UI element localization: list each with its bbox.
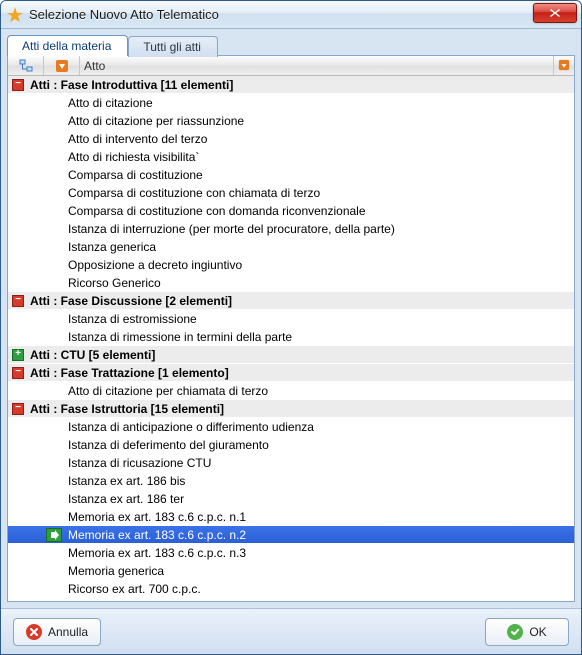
grid-header: Atto [8, 56, 574, 76]
item-label: Ricorso ex art. 700 c.p.c. [68, 582, 574, 596]
list-item[interactable]: Ricorso Generico [8, 274, 574, 292]
list-item[interactable]: Atto di citazione per chiamata di terzo [8, 382, 574, 400]
item-label: Istanza ex art. 186 ter [68, 492, 574, 506]
list-item[interactable]: Memoria ex art. 183 c.6 c.p.c. n.3 [8, 544, 574, 562]
titlebar: Selezione Nuovo Atto Telematico [1, 1, 581, 29]
list-item[interactable]: Comparsa di costituzione con chiamata di… [8, 184, 574, 202]
list-item[interactable]: Atto di richiesta visibilita` [8, 148, 574, 166]
ok-label: OK [529, 625, 546, 639]
list-item[interactable]: Istanza ex art. 186 ter [8, 490, 574, 508]
list-item[interactable]: Ricorso ex art. 700 c.p.c. [8, 580, 574, 598]
list-item[interactable]: Istanza di estromissione [8, 310, 574, 328]
group-title: Atti : Fase Trattazione [1 elemento] [30, 366, 229, 380]
grid-header-col1[interactable] [8, 56, 44, 75]
item-label: Memoria ex art. 183 c.6 c.p.c. n.1 [68, 510, 574, 524]
grid-header-menu[interactable] [554, 56, 574, 75]
ok-button[interactable]: OK [485, 618, 569, 646]
down-icon [55, 59, 69, 73]
group-title: Atti : Fase Istruttoria [15 elementi] [30, 402, 224, 416]
group-row[interactable]: −Atti : Fase Discussione [2 elementi] [8, 292, 574, 310]
app-icon [7, 7, 23, 23]
collapse-icon[interactable]: − [12, 403, 24, 415]
grid-header-label: Atto [84, 59, 105, 73]
list-item[interactable]: Istanza di interruzione (per morte del p… [8, 220, 574, 238]
group-title: Atti : CTU [5 elementi] [30, 348, 155, 362]
window-title: Selezione Nuovo Atto Telematico [29, 7, 219, 22]
grid-frame: Atto −Atti : Fase Introduttiva [11 eleme… [7, 55, 575, 602]
list-item[interactable]: Memoria ex art. 183 c.6 c.p.c. n.1 [8, 508, 574, 526]
item-label: Istanza di rimessione in termini della p… [68, 330, 574, 344]
item-label: Istanza di ricusazione CTU [68, 456, 574, 470]
arrow-right-icon [46, 528, 62, 542]
grid-header-atto[interactable]: Atto [80, 56, 554, 75]
collapse-icon[interactable]: − [12, 367, 24, 379]
item-label: Atto di citazione per riassunzione [68, 114, 574, 128]
group-title: Atti : Fase Discussione [2 elementi] [30, 294, 232, 308]
list-item[interactable]: Comparsa di costituzione con domanda ric… [8, 202, 574, 220]
item-label: Istanza ex art. 186 bis [68, 474, 574, 488]
list-item[interactable]: Atto di intervento del terzo [8, 130, 574, 148]
footer: Annulla OK [1, 608, 581, 654]
list-item[interactable]: Istanza di deferimento del giuramento [8, 436, 574, 454]
list-item[interactable]: Memoria ex art. 183 c.6 c.p.c. n.2 [8, 526, 574, 544]
list-item[interactable]: Istanza ex art. 186 bis [8, 472, 574, 490]
row-indicator [12, 528, 68, 542]
dialog-window: Selezione Nuovo Atto Telematico Atti del… [0, 0, 582, 655]
cancel-icon [26, 624, 42, 640]
list-item[interactable]: Memoria generica [8, 562, 574, 580]
list-item[interactable]: Atto di citazione [8, 94, 574, 112]
ok-icon [507, 624, 523, 640]
item-label: Atto di richiesta visibilita` [68, 150, 574, 164]
list-item[interactable]: Istanza di rimessione in termini della p… [8, 328, 574, 346]
group-row[interactable]: −Atti : Fase Istruttoria [15 elementi] [8, 400, 574, 418]
group-row[interactable]: + Atti : CTU [5 elementi] [8, 346, 574, 364]
close-button[interactable] [533, 3, 577, 23]
item-label: Istanza di interruzione (per morte del p… [68, 222, 574, 236]
item-label: Opposizione a decreto ingiuntivo [68, 258, 574, 272]
collapse-icon[interactable]: − [12, 295, 24, 307]
item-label: Comparsa di costituzione con domanda ric… [68, 204, 574, 218]
tab-atti-materia[interactable]: Atti della materia [7, 35, 128, 56]
chevron-down-icon [558, 59, 570, 73]
group-title: Atti : Fase Introduttiva [11 elementi] [30, 78, 233, 92]
item-label: Atto di intervento del terzo [68, 132, 574, 146]
item-label: Istanza di deferimento del giuramento [68, 438, 574, 452]
item-label: Memoria generica [68, 564, 574, 578]
collapse-icon[interactable]: − [12, 79, 24, 91]
item-label: Istanza di estromissione [68, 312, 574, 326]
list-item[interactable]: Atto di citazione per riassunzione [8, 112, 574, 130]
item-label: Istanza generica [68, 240, 574, 254]
grid-body[interactable]: −Atti : Fase Introduttiva [11 elementi]A… [8, 76, 574, 601]
group-row[interactable]: −Atti : Fase Introduttiva [11 elementi] [8, 76, 574, 94]
item-label: Comparsa di costituzione [68, 168, 574, 182]
tab-tutti-atti[interactable]: Tutti gli atti [128, 36, 218, 57]
cancel-button[interactable]: Annulla [13, 618, 101, 646]
grid-header-col2[interactable] [44, 56, 80, 75]
close-icon [549, 8, 561, 18]
list-item[interactable]: Istanza di ricusazione CTU [8, 454, 574, 472]
tabs: Atti della materia Tutti gli atti [1, 29, 581, 55]
group-row[interactable]: −Atti : Fase Trattazione [1 elemento] [8, 364, 574, 382]
item-label: Ricorso Generico [68, 276, 574, 290]
tree-icon [19, 59, 33, 73]
item-label: Atto di citazione per chiamata di terzo [68, 384, 574, 398]
list-item[interactable]: Istanza generica [8, 238, 574, 256]
item-label: Memoria ex art. 183 c.6 c.p.c. n.3 [68, 546, 574, 560]
list-item[interactable]: Istanza di anticipazione o differimento … [8, 418, 574, 436]
cancel-label: Annulla [48, 625, 88, 639]
list-item[interactable]: Opposizione a decreto ingiuntivo [8, 256, 574, 274]
item-label: Istanza di anticipazione o differimento … [68, 420, 574, 434]
item-label: Atto di citazione [68, 96, 574, 110]
expand-icon[interactable]: + [12, 349, 24, 361]
item-label: Comparsa di costituzione con chiamata di… [68, 186, 574, 200]
item-label: Memoria ex art. 183 c.6 c.p.c. n.2 [68, 528, 574, 542]
list-item[interactable]: Comparsa di costituzione [8, 166, 574, 184]
